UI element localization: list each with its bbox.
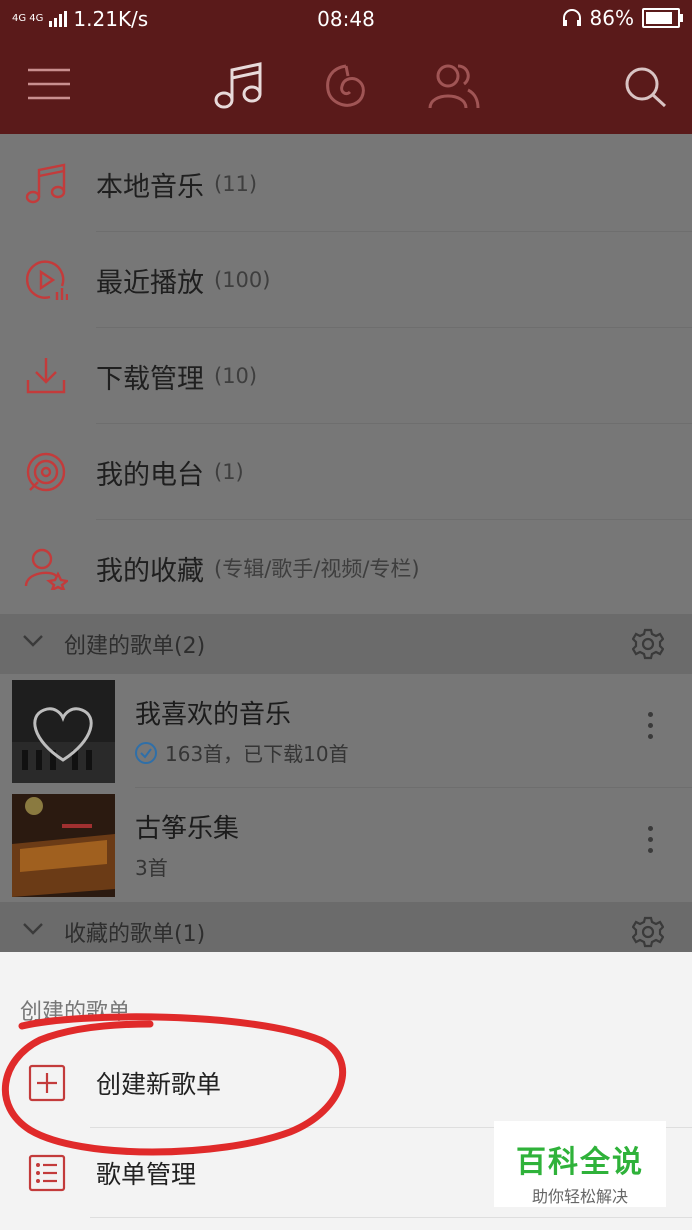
playlist-name: 古筝乐集 — [135, 814, 240, 844]
more-options-icon[interactable] — [648, 826, 654, 859]
create-new-playlist-button[interactable]: 创建新歌单 — [0, 1038, 692, 1128]
more-options-icon[interactable] — [648, 712, 654, 745]
section-label: 创建的歌单(2) — [64, 634, 206, 659]
watermark-title: 百科全说 — [516, 1145, 644, 1180]
playlist-item[interactable]: 古筝乐集 3首 — [0, 788, 692, 902]
menu-label: 最近播放 — [96, 267, 204, 299]
divider — [90, 1217, 692, 1218]
recent-play-icon — [25, 260, 68, 300]
playlist-subtitle: 3首 — [135, 856, 168, 880]
download-icon — [26, 358, 66, 394]
headphones-icon — [562, 9, 581, 26]
menu-label: 本地音乐 — [96, 171, 204, 203]
netease-radio-icon[interactable] — [322, 62, 370, 110]
menu-item-local-music[interactable]: 本地音乐 (11) — [0, 136, 692, 232]
music-note-icon — [25, 163, 66, 204]
playlist-subtitle: 163首，已下载10首 — [165, 742, 349, 766]
radio-icon — [26, 452, 66, 492]
add-square-icon — [28, 1064, 66, 1102]
menu-count: (100) — [214, 268, 271, 292]
menu-item-recent-play[interactable]: 最近播放 (100) — [0, 232, 692, 328]
created-playlists-header[interactable]: 创建的歌单(2) — [0, 614, 692, 674]
playlist-cover — [12, 794, 115, 897]
menu-label: 下载管理 — [96, 363, 204, 395]
menu-label: 我的电台 — [96, 459, 204, 491]
playlist-cover — [12, 680, 115, 783]
friends-icon[interactable] — [428, 62, 480, 110]
gear-icon[interactable] — [632, 628, 664, 660]
music-note-icon[interactable] — [214, 62, 264, 110]
favorites-icon — [24, 548, 68, 590]
status-bar: 4G 4G 1.21K/s 08:48 86% — [0, 0, 692, 38]
top-nav-bar — [0, 38, 692, 134]
chevron-down-icon — [23, 923, 43, 935]
playlist-name: 我喜欢的音乐 — [135, 700, 292, 730]
search-icon[interactable] — [624, 66, 668, 108]
menu-label: 我的收藏 — [96, 555, 204, 587]
battery-percent: 86% — [589, 6, 634, 30]
gear-icon[interactable] — [632, 916, 664, 948]
list-manage-icon — [28, 1154, 66, 1192]
watermark-logo: 百科全说 助你轻松解决 — [494, 1121, 666, 1207]
dimmed-background: 本地音乐 (11) 最近播放 (100) 下载管理 (10) 我的电台 (1) 我的收藏… — [0, 134, 692, 962]
menu-icon[interactable] — [28, 68, 70, 100]
menu-count: (专辑/歌手/视频/专栏) — [214, 557, 420, 581]
menu-count: (11) — [214, 172, 258, 196]
menu-count: (1) — [214, 460, 244, 484]
menu-item-downloads[interactable]: 下载管理 (10) — [0, 328, 692, 424]
watermark-subtitle: 助你轻松解决 — [531, 1187, 628, 1206]
playlist-item[interactable]: 我喜欢的音乐 163首，已下载10首 — [0, 674, 692, 788]
chevron-down-icon — [23, 635, 43, 647]
menu-item-favorites[interactable]: 我的收藏 (专辑/歌手/视频/专栏) — [0, 520, 692, 616]
sheet-item-label: 创建新歌单 — [96, 1070, 222, 1099]
menu-item-my-radio[interactable]: 我的电台 (1) — [0, 424, 692, 520]
sheet-item-label: 歌单管理 — [96, 1160, 197, 1189]
battery-icon — [642, 8, 683, 28]
sheet-title: 创建的歌单 — [20, 1000, 131, 1025]
downloaded-check-icon — [135, 741, 157, 764]
menu-count: (10) — [214, 364, 258, 388]
